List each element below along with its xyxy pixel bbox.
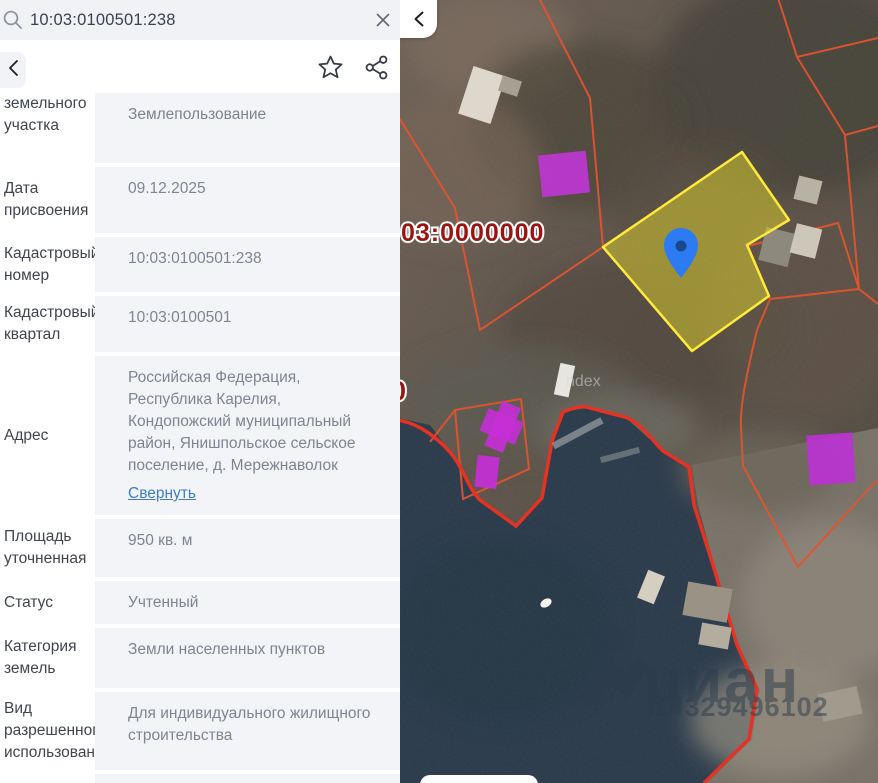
- table-row: земельного участка Землепользование: [0, 93, 400, 163]
- highlighted-building: [806, 432, 856, 486]
- clear-search-icon[interactable]: [374, 11, 392, 29]
- share-icon: [365, 55, 387, 79]
- map-control-partial[interactable]: [420, 775, 538, 783]
- table-row-address: Адрес Российская Федерация, Республика К…: [0, 356, 400, 515]
- row-label: Дата присвоения: [4, 180, 89, 219]
- row-value: Государственная субъекта РФ: [95, 774, 400, 783]
- watermark-id-text: ID 329496102: [647, 692, 829, 722]
- table-row: Вид разрешенного использования Для индиви…: [0, 692, 400, 770]
- row-value: Землепользование: [95, 93, 400, 163]
- row-value: Для индивидуального жилищного строительс…: [95, 692, 400, 770]
- highlighted-building: [474, 454, 500, 490]
- row-label: Кадастровый квартал: [4, 304, 100, 343]
- satellite-map: 03:0000000 0 ndex циан ID 329496102: [400, 0, 878, 783]
- row-value: 09.12.2025: [95, 167, 400, 233]
- address-text: Российская Федерация, Республика Карелия…: [128, 369, 356, 474]
- search-input[interactable]: 10:03:0100501:238: [30, 11, 176, 30]
- chevron-left-icon: [414, 11, 423, 27]
- table-row: Площадь уточненная 950 кв. м: [0, 519, 400, 577]
- watermark-pin-icon: [600, 626, 626, 652]
- table-row: Категория земель Земли населенных пунктов: [0, 628, 400, 688]
- star-icon: [318, 55, 342, 78]
- favorite-star-button[interactable]: [316, 53, 344, 81]
- collapse-panel-button[interactable]: [400, 0, 437, 38]
- row-value: Земли населенных пунктов: [95, 628, 400, 688]
- row-label: Адрес: [4, 426, 49, 444]
- table-row: Кадастровый номер 10:03:0100501:238: [0, 237, 400, 292]
- row-label: Площадь уточненная: [4, 528, 87, 567]
- search-icon: [1, 8, 25, 37]
- table-row: Кадастровый квартал 10:03:0100501: [0, 296, 400, 352]
- row-value: Учтенный: [95, 581, 400, 624]
- attribute-table: земельного участка Землепользование Дата …: [0, 93, 400, 783]
- highlighted-building: [537, 150, 591, 198]
- row-label: земельного участка: [4, 95, 87, 134]
- app-window: 10:03:0100501:238 земельного участка Зем…: [0, 0, 878, 783]
- row-value: 10:03:0100501:238: [95, 237, 400, 292]
- search-bar[interactable]: 10:03:0100501:238: [0, 0, 400, 40]
- chevron-left-icon: [7, 59, 20, 82]
- table-row: Дата присвоения 09.12.2025: [0, 167, 400, 233]
- row-label: Кадастровый номер: [4, 244, 100, 284]
- collapse-address-link[interactable]: Свернуть: [128, 483, 196, 505]
- share-button[interactable]: [362, 53, 390, 81]
- quarter-number-label: 03:0000000: [401, 219, 544, 247]
- table-row: ФормаГосударственная субъекта РФ: [0, 774, 400, 783]
- back-button[interactable]: [0, 52, 26, 88]
- row-value: 10:03:0100501: [95, 296, 400, 352]
- row-value: Российская Федерация, Республика Карелия…: [95, 356, 400, 515]
- quarter-number-label-partial: 0: [400, 376, 406, 406]
- row-label: Вид разрешенного использования: [4, 700, 113, 761]
- map-provider-watermark: ndex: [566, 373, 601, 390]
- row-label: Категория земель: [4, 638, 77, 677]
- row-label: Статус: [4, 593, 53, 611]
- table-row: Статус Учтенный: [0, 581, 400, 624]
- parcel-info-panel: 10:03:0100501:238 земельного участка Зем…: [0, 0, 400, 783]
- row-value: 950 кв. м: [95, 519, 400, 577]
- panel-header: [0, 40, 400, 93]
- map-canvas[interactable]: 03:0000000 0 ndex циан ID 329496102: [400, 0, 878, 783]
